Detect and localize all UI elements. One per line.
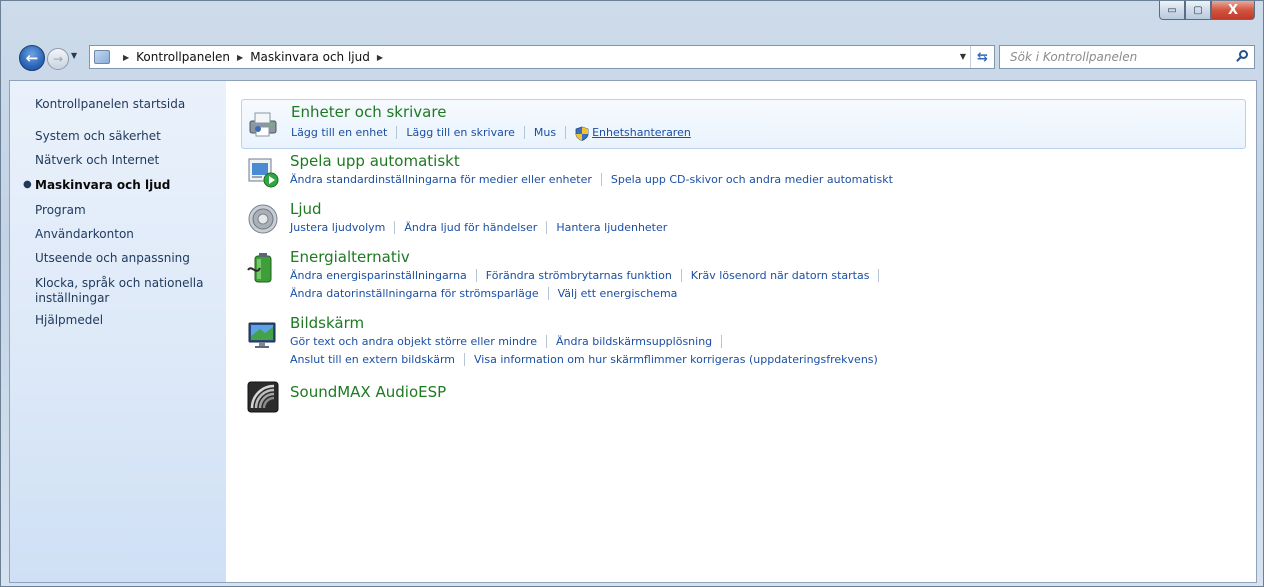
link-separator [523,126,525,139]
link-separator [545,335,547,348]
link-separator [546,221,548,234]
minimize-icon: ▭ [1167,4,1177,16]
category-links: Ändra standardinställningarna för medier… [290,173,893,186]
control-panel-icon [94,50,110,64]
link-separator [565,126,567,139]
category-links: Ändra energisparinställningarna Förändra… [290,269,888,282]
category-sound: Ljud Justera ljudvolym Ändra ljud för hä… [241,199,1246,243]
category-devices-printers: Enheter och skrivare Lägg till en enhet … [241,99,1246,149]
category-title[interactable]: Energialternativ [290,248,410,266]
breadcrumb-hardware-sound[interactable]: Maskinvara och ljud [250,50,370,64]
speaker-icon[interactable] [246,202,280,236]
address-bar[interactable]: ▶ Kontrollpanelen ▶ Maskinvara och ljud … [89,45,995,69]
sidebar-item-user-accounts[interactable]: Användarkonton [35,227,220,242]
breadcrumb-control-panel[interactable]: Kontrollpanelen [136,50,230,64]
sidebar-item-home[interactable]: Kontrollpanelen startsida [35,97,220,112]
search-icon[interactable] [1235,50,1249,64]
category-soundmax: SoundMAX AudioESP [241,379,1246,417]
selected-bullet-icon: ● [23,179,32,190]
sidebar-item-network[interactable]: Nätverk och Internet [35,153,220,168]
link-screen-resolution[interactable]: Ändra bildskärmsupplösning [556,335,712,348]
address-dropdown-icon[interactable]: ▼ [960,52,966,61]
link-choose-power-plan[interactable]: Välj ett energischema [558,287,678,300]
forward-button[interactable]: → [47,48,69,70]
back-arrow-icon: ← [25,49,39,67]
control-panel-window: ▭ ▢ X ← → ▼ ▶ Kontrollpanelen ▶ Maskinva… [0,0,1264,587]
sidebar-item-programs[interactable]: Program [35,203,220,218]
link-change-power-saving[interactable]: Ändra energisparinställningarna [290,269,467,282]
printer-icon[interactable] [247,107,281,141]
link-adjust-volume[interactable]: Justera ljudvolym [290,221,385,234]
category-links-row-2: Anslut till en extern bildskärm Visa inf… [290,353,878,366]
caption-buttons: ▭ ▢ X [1159,1,1255,20]
category-title[interactable]: Enheter och skrivare [291,103,446,121]
link-separator [721,335,723,348]
category-autoplay: Spela upp automatiskt Ändra standardinst… [241,151,1246,195]
category-title[interactable]: Spela upp automatiskt [290,152,460,170]
sidebar-item-accessibility[interactable]: Hjälpmedel [35,313,220,328]
link-separator [394,221,396,234]
link-separator [680,269,682,282]
category-display: Bildskärm Gör text och andra objekt stör… [241,313,1246,371]
breadcrumb-separator-icon[interactable]: ▶ [377,53,383,62]
link-add-printer[interactable]: Lägg till en skrivare [406,126,515,139]
minimize-button[interactable]: ▭ [1159,1,1185,20]
link-device-manager[interactable]: Enhetshanteraren [592,126,691,139]
link-external-display[interactable]: Anslut till en extern bildskärm [290,353,455,366]
link-change-event-sounds[interactable]: Ändra ljud för händelser [404,221,537,234]
breadcrumb-separator-icon[interactable]: ▶ [237,53,243,62]
refresh-button[interactable]: ⇆ [970,46,994,68]
main-panel: Enheter och skrivare Lägg till en enhet … [226,81,1256,582]
battery-icon[interactable] [246,250,280,284]
sidebar-item-clock-language[interactable]: Klocka, språk och nationella inställning… [35,276,220,306]
category-links: Gör text och andra objekt större eller m… [290,335,731,348]
maximize-button[interactable]: ▢ [1185,1,1211,20]
navigation-bar: ← → ▼ ▶ Kontrollpanelen ▶ Maskinvara och… [9,42,1257,72]
breadcrumb-separator-icon[interactable]: ▶ [123,53,129,62]
category-power-options: Energialternativ Ändra energisparinställ… [241,247,1246,307]
soundmax-icon[interactable] [246,380,280,414]
link-separator [464,353,466,366]
close-icon: X [1227,2,1239,18]
category-title[interactable]: SoundMAX AudioESP [290,383,446,401]
link-separator [600,173,602,186]
link-sleep-settings[interactable]: Ändra datorinställningarna för strömspar… [290,287,539,300]
link-autoplay-cds[interactable]: Spela upp CD-skivor och andra medier aut… [611,173,893,186]
title-bar: ▭ ▢ X [1,1,1263,37]
autoplay-icon[interactable] [246,155,280,189]
link-require-password[interactable]: Kräv lösenord när datorn startas [691,269,870,282]
category-title[interactable]: Ljud [290,200,322,218]
monitor-icon[interactable] [246,318,280,352]
sidebar-item-system-security[interactable]: System och säkerhet [35,129,220,144]
close-button[interactable]: X [1211,1,1255,20]
category-links: Lägg till en enhet Lägg till en skrivare… [291,125,691,141]
recent-pages-dropdown[interactable]: ▼ [71,51,77,60]
link-refresh-rate-info[interactable]: Visa information om hur skärmflimmer kor… [474,353,878,366]
sidebar-item-hardware-sound[interactable]: Maskinvara och ljud [35,178,220,193]
link-separator [878,269,880,282]
link-separator [396,126,398,139]
link-change-media-defaults[interactable]: Ändra standardinställningarna för medier… [290,173,592,186]
link-power-buttons[interactable]: Förändra strömbrytarnas funktion [486,269,672,282]
search-box[interactable]: Sök i Kontrollpanelen [999,45,1255,69]
sidebar-item-appearance[interactable]: Utseende och anpassning [35,251,220,266]
content-area: Kontrollpanelen startsida System och säk… [9,80,1257,583]
link-text-size[interactable]: Gör text och andra objekt större eller m… [290,335,537,348]
category-title[interactable]: Bildskärm [290,314,364,332]
refresh-icon: ⇆ [977,49,988,65]
forward-arrow-icon: → [52,52,64,66]
uac-shield-icon [575,126,589,141]
category-links-row-2: Ändra datorinställningarna för strömspar… [290,287,677,300]
link-separator [475,269,477,282]
category-links: Justera ljudvolym Ändra ljud för händels… [290,221,667,234]
link-manage-audio-devices[interactable]: Hantera ljudenheter [556,221,667,234]
back-button[interactable]: ← [19,45,45,71]
link-mouse[interactable]: Mus [534,126,556,139]
maximize-icon: ▢ [1193,4,1203,16]
link-add-device[interactable]: Lägg till en enhet [291,126,387,139]
link-separator [547,287,549,300]
sidebar: Kontrollpanelen startsida System och säk… [10,81,226,582]
search-input[interactable]: Sök i Kontrollpanelen [1010,50,1137,64]
